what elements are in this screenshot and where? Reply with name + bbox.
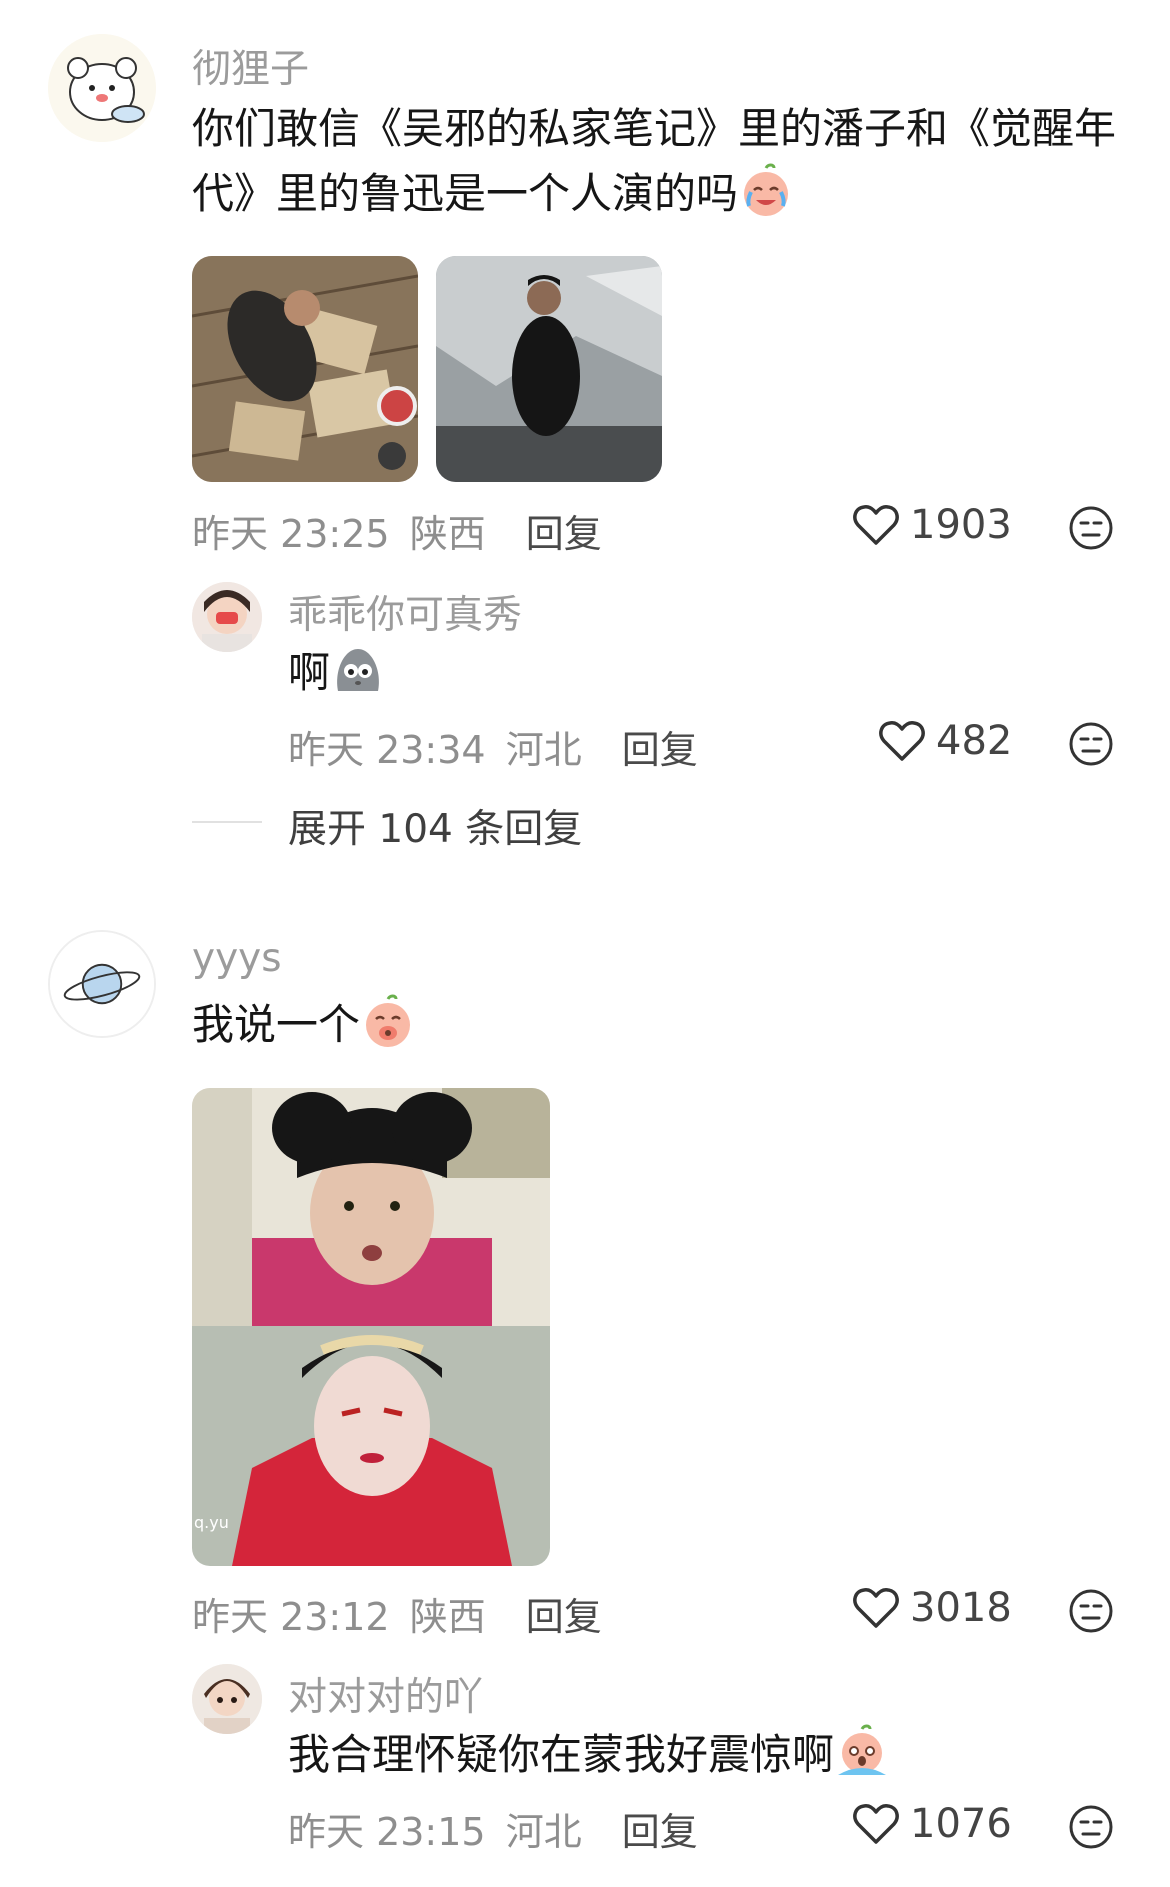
reply-username[interactable]: 乖乖你可真秀 <box>288 584 522 640</box>
reply-text: 啊 <box>288 640 386 705</box>
comment-username[interactable]: yyys <box>192 936 282 981</box>
like-count: 482 <box>936 718 1013 764</box>
comment-location: 陕西 <box>409 512 486 556</box>
avatar-user-1[interactable] <box>48 34 156 142</box>
comment-text-line1: 你们敢信《吴邪的私家笔记》里的潘子和《觉醒年 <box>192 104 1117 153</box>
reply-text-value: 我合理怀疑你在蒙我好震惊啊 <box>288 1730 835 1779</box>
comment-text: 你们敢信《吴邪的私家笔记》里的潘子和《觉醒年 代》里的鲁迅是一个人演的吗 <box>192 96 1132 226</box>
dislike-face-icon[interactable] <box>1068 721 1114 767</box>
reply-meta: 昨天 23:15 河北 回复 <box>288 1801 698 1856</box>
dislike-face-icon[interactable] <box>1068 505 1114 551</box>
heart-icon <box>853 505 899 545</box>
reply-button[interactable]: 回复 <box>622 1810 698 1854</box>
reply-button[interactable]: 回复 <box>526 512 602 556</box>
like-button[interactable]: 1076 <box>852 1801 1012 1847</box>
heart-icon <box>879 721 925 761</box>
avatar-reply-2[interactable] <box>192 1664 262 1734</box>
comment-meta: 昨天 23:12 陕西 回复 <box>192 1586 602 1641</box>
comment-image-2[interactable] <box>436 256 662 482</box>
comment-image-1[interactable] <box>192 256 418 482</box>
crying-laugh-peach-emoji-icon <box>738 162 794 218</box>
comment-location: 陕西 <box>409 1595 486 1639</box>
reply-username[interactable]: 对对对的吖 <box>288 1666 483 1722</box>
like-count: 3018 <box>910 1585 1012 1631</box>
grey-blob-emoji-icon <box>330 641 386 697</box>
reply-button[interactable]: 回复 <box>622 728 698 772</box>
reply-location: 河北 <box>505 1810 582 1854</box>
comment-time: 昨天 23:12 <box>192 1595 390 1639</box>
heart-icon <box>853 1804 899 1844</box>
reply-time: 昨天 23:34 <box>288 728 486 772</box>
reply-button[interactable]: 回复 <box>526 1595 602 1639</box>
reply-meta: 昨天 23:34 河北 回复 <box>288 719 698 774</box>
heart-icon <box>853 1588 899 1628</box>
like-button[interactable]: 482 <box>878 718 1012 764</box>
expand-divider <box>192 821 262 823</box>
comment-image-3[interactable]: q.yu <box>192 1088 550 1566</box>
like-count: 1903 <box>910 502 1012 548</box>
comment-text: 我说一个 <box>192 992 416 1057</box>
reply-time: 昨天 23:15 <box>288 1810 486 1854</box>
dislike-face-icon[interactable] <box>1068 1804 1114 1850</box>
shocked-crying-peach-emoji-icon <box>834 1723 890 1779</box>
comment-meta: 昨天 23:25 陕西 回复 <box>192 503 602 558</box>
comment-text-value: 我说一个 <box>192 1000 361 1049</box>
comment-time: 昨天 23:25 <box>192 512 390 556</box>
avatar-reply-1[interactable] <box>192 582 262 652</box>
covering-mouth-peach-emoji-icon <box>360 993 416 1049</box>
comment-username[interactable]: 彻狸子 <box>192 38 309 94</box>
like-button[interactable]: 1903 <box>852 502 1012 548</box>
avatar-user-2[interactable] <box>48 930 156 1038</box>
expand-replies-button[interactable]: 展开 104 条回复 <box>288 798 582 854</box>
image-watermark: q.yu <box>194 1513 229 1532</box>
like-button[interactable]: 3018 <box>852 1585 1012 1631</box>
comment-text-line2: 代》里的鲁迅是一个人演的吗 <box>192 169 739 218</box>
reply-location: 河北 <box>505 728 582 772</box>
dislike-face-icon[interactable] <box>1068 1588 1114 1634</box>
reply-text: 我合理怀疑你在蒙我好震惊啊 <box>288 1722 890 1787</box>
reply-text-value: 啊 <box>288 648 331 697</box>
like-count: 1076 <box>910 1801 1012 1847</box>
